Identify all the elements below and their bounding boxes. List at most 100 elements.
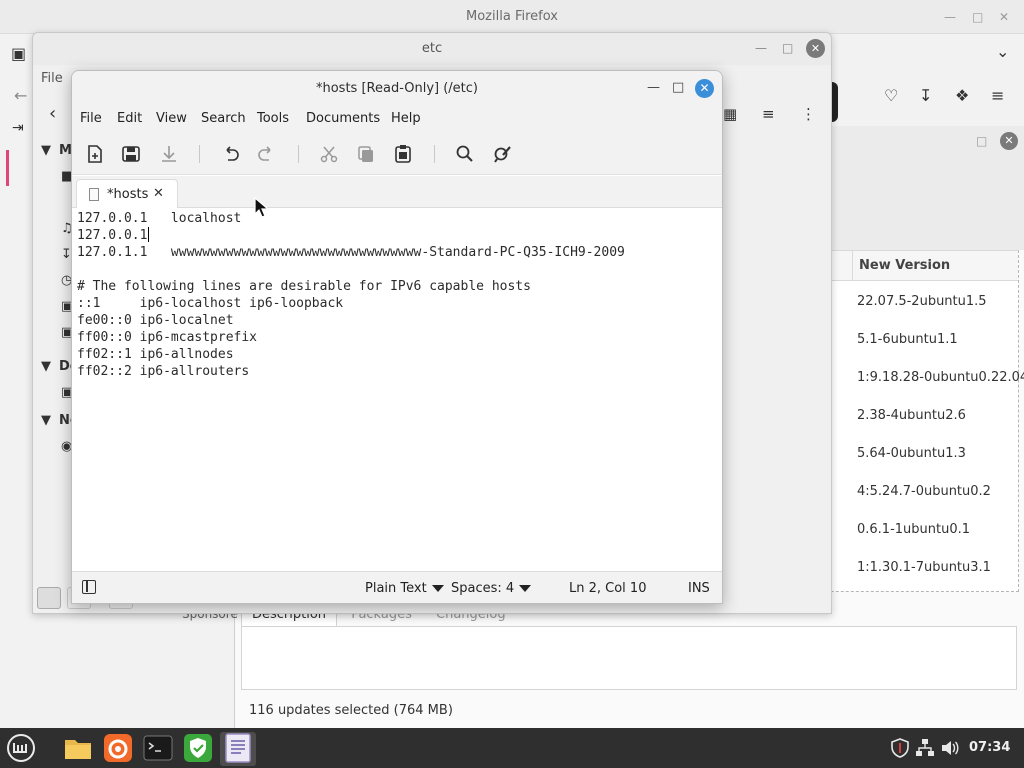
menu-search[interactable]: Search	[201, 111, 246, 126]
maximize-icon[interactable]: □	[782, 41, 793, 55]
toolbar	[72, 133, 722, 175]
updates-status: 116 updates selected (764 MB)	[249, 703, 453, 718]
places-toggle-icon[interactable]	[37, 587, 61, 609]
redo-icon	[258, 146, 271, 161]
search-button[interactable]	[452, 141, 478, 167]
document-tab-label: *hosts	[107, 187, 149, 202]
update-manager-icon[interactable]	[182, 732, 214, 764]
menu-tools[interactable]: Tools	[257, 111, 289, 126]
collapse-triangle-icon[interactable]: ▼	[41, 143, 51, 158]
menu-file[interactable]: File	[80, 111, 102, 126]
redo-button[interactable]	[254, 141, 280, 167]
chevron-down-icon	[431, 585, 444, 592]
list-view-icon[interactable]: ≡	[762, 105, 775, 123]
text-caret	[148, 227, 149, 242]
close-icon: ✕	[699, 81, 710, 95]
minimize-icon[interactable]: —	[944, 10, 956, 24]
new-document-button[interactable]	[82, 141, 108, 167]
shield-icon[interactable]	[890, 738, 910, 758]
grid-view-icon[interactable]: ▦	[723, 105, 737, 123]
menu-icon[interactable]: ≡	[991, 86, 1004, 105]
menu-help[interactable]: Help	[391, 111, 421, 126]
editor-line: fe00::0 ip6-localnet	[77, 313, 234, 328]
back-icon[interactable]: ←	[14, 86, 27, 105]
editor-line: ff02::2 ip6-allrouters	[77, 364, 250, 379]
tab-width-selector[interactable]: Spaces: 4	[451, 581, 532, 596]
paste-button[interactable]	[390, 141, 416, 167]
menu-view[interactable]: View	[156, 111, 187, 126]
volume-icon[interactable]	[940, 738, 960, 758]
firefox-titlebar: Mozilla Firefox — □ ✕	[0, 0, 1024, 34]
file-manager-sidebar: ▼ My ■ ♫ ↧ ◷ ▣ ▣ ▼ De ▣ ▼ Ne ◉	[33, 141, 80, 581]
download-button[interactable]	[156, 141, 182, 167]
editor-line: 127.0.1.1 wwwwwwwwwwwwwwwwwwwwwwwwwwwwww…	[77, 245, 625, 260]
close-icon[interactable]: ✕	[1000, 132, 1018, 150]
table-cell-version: 1:1.30.1-7ubuntu3.1	[857, 560, 991, 575]
clock[interactable]: 07:34	[969, 740, 1010, 755]
maximize-icon[interactable]: □	[672, 80, 684, 95]
save-button[interactable]	[118, 141, 144, 167]
document-tabs: *hosts ✕	[72, 176, 722, 209]
new-document-icon	[88, 145, 102, 163]
firefox-title: Mozilla Firefox	[466, 9, 558, 24]
find-replace-button[interactable]	[490, 141, 516, 167]
menu-edit[interactable]: Edit	[117, 111, 142, 126]
close-icon[interactable]: ✕	[806, 39, 825, 58]
undo-button[interactable]	[217, 141, 243, 167]
find-replace-icon	[494, 146, 511, 163]
menu-file[interactable]: File	[41, 71, 63, 86]
text-editor-icon[interactable]	[222, 732, 254, 764]
insert-mode: INS	[688, 581, 710, 596]
text-editor-area[interactable]: 127.0.0.1 localhost 127.0.0.1 127.0.1.1 …	[72, 208, 722, 570]
toolbar-separator	[298, 145, 299, 163]
text-editor-window: *hosts [Read-Only] (/etc) — □ ✕ File Edi…	[71, 70, 723, 604]
menu-bar: File Edit View Search Tools Documents He…	[72, 105, 722, 133]
close-button[interactable]: ✕	[695, 79, 714, 98]
files-icon[interactable]	[62, 732, 94, 764]
download-icon[interactable]: ↧	[919, 86, 932, 105]
maximize-icon[interactable]: □	[972, 10, 983, 24]
cursor-position[interactable]: Ln 2, Col 10	[569, 581, 646, 596]
side-panel-toggle-icon[interactable]	[82, 580, 96, 594]
firefox-icon[interactable]	[102, 732, 134, 764]
language-selector[interactable]: Plain Text	[365, 581, 444, 596]
editor-line: # The following lines are desirable for …	[77, 279, 531, 294]
collapse-triangle-icon[interactable]: ▼	[41, 413, 51, 428]
file-manager-titlebar: etc — □ ✕	[33, 33, 831, 65]
minimize-icon[interactable]: —	[647, 80, 660, 95]
mint-menu-icon[interactable]	[5, 732, 37, 764]
cut-button[interactable]	[316, 141, 342, 167]
collapse-triangle-icon[interactable]: ▼	[41, 359, 51, 374]
minimize-icon[interactable]: —	[755, 41, 767, 55]
compact-view-icon[interactable]: ⋮	[801, 105, 816, 123]
maximize-icon[interactable]: □	[976, 134, 987, 148]
table-cell-version: 5.64-0ubuntu1.3	[857, 446, 966, 461]
editor-line: ::1 ip6-localhost ip6-loopback	[77, 296, 344, 311]
tab-close-icon[interactable]: ✕	[153, 186, 164, 201]
table-cell-version: 5.1-6ubuntu1.1	[857, 332, 958, 347]
language-label: Plain Text	[365, 581, 427, 596]
accent-strip	[6, 150, 9, 186]
editor-line: 127.0.0.1	[77, 228, 148, 243]
close-icon[interactable]: ✕	[999, 10, 1009, 24]
terminal-icon[interactable]	[142, 732, 174, 764]
taskbar: 07:34	[0, 728, 1024, 768]
copy-icon	[358, 146, 373, 162]
cut-icon	[320, 146, 338, 163]
document-tab[interactable]: *hosts ✕	[76, 179, 178, 209]
extensions-icon[interactable]: ❖	[955, 86, 969, 105]
copy-button[interactable]	[353, 141, 379, 167]
search-icon	[456, 145, 473, 162]
back-icon[interactable]: ‹	[49, 103, 56, 124]
list-all-tabs-chevron-icon[interactable]: ⌄	[996, 42, 1009, 61]
pocket-icon[interactable]: ♡	[884, 86, 898, 105]
tab-width-label: Spaces: 4	[451, 581, 515, 596]
tab-overview-icon[interactable]: ▣	[11, 44, 26, 63]
menu-documents[interactable]: Documents	[306, 111, 380, 126]
mouse-cursor-icon	[254, 197, 270, 218]
column-header-new-version[interactable]: New Version	[852, 251, 1022, 281]
network-icon[interactable]	[915, 738, 935, 758]
sign-in-icon[interactable]: ⇥	[12, 120, 24, 136]
editor-line: ff02::1 ip6-allnodes	[77, 347, 234, 362]
table-cell-version: 1:9.18.28-0ubuntu0.22.04.	[857, 370, 1024, 385]
